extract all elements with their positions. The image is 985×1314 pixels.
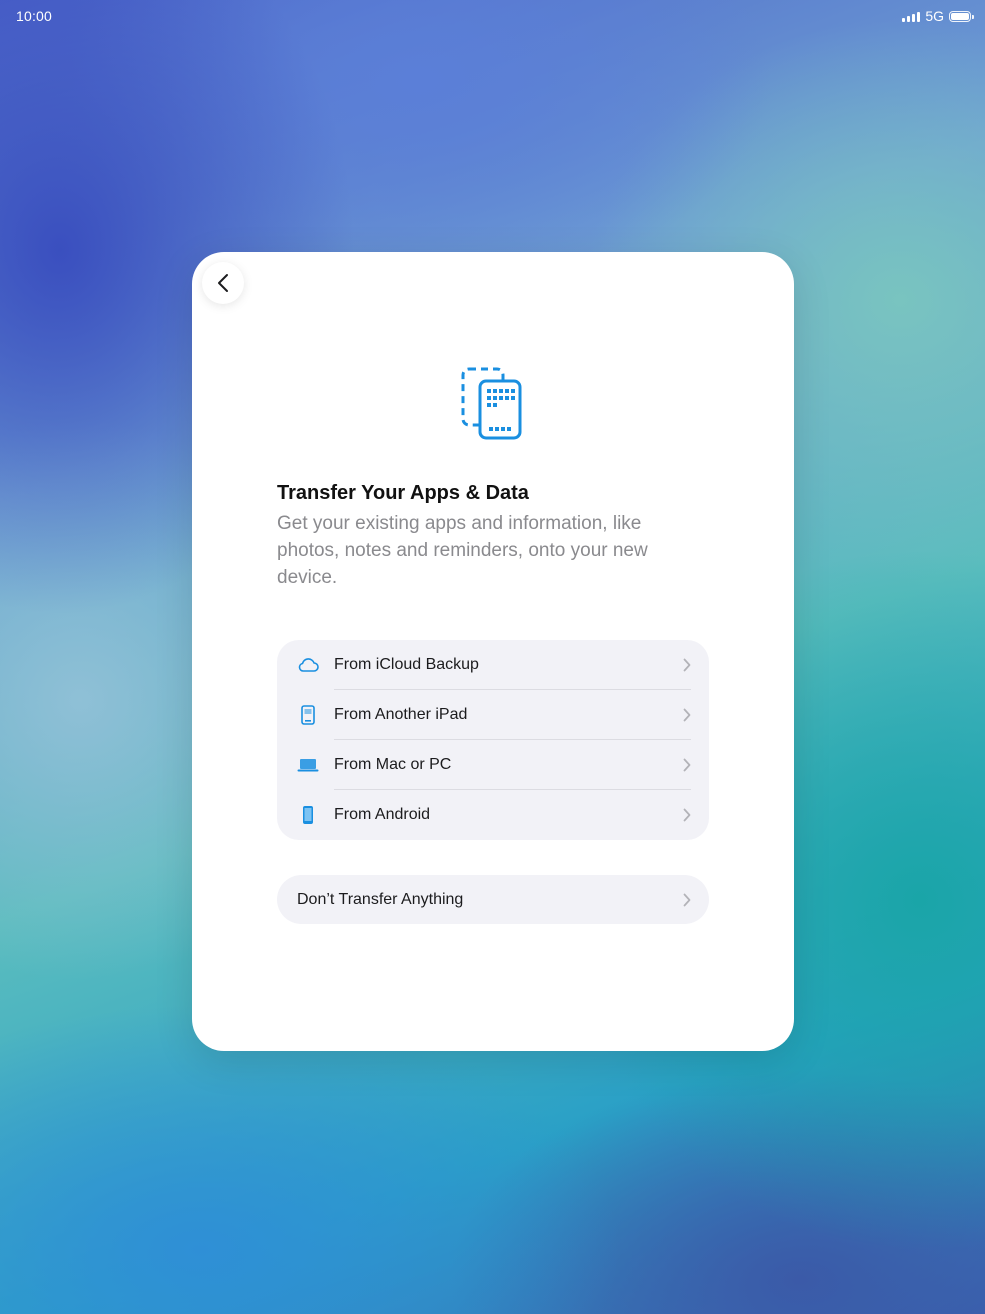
chevron-right-icon (683, 658, 691, 672)
setup-card: Transfer Your Apps & Data Get your exist… (192, 252, 794, 1051)
page-subtitle: Get your existing apps and information, … (277, 513, 648, 588)
status-time: 10:00 (16, 8, 53, 24)
dont-transfer-button[interactable]: Don’t Transfer Anything (277, 875, 709, 924)
status-bar: 10:00 5G (0, 0, 985, 30)
laptop-icon (297, 755, 319, 775)
option-label: From Another iPad (334, 706, 468, 723)
option-label: From Mac or PC (334, 756, 452, 773)
chevron-right-icon (683, 708, 691, 722)
dont-transfer-label: Don’t Transfer Anything (297, 891, 464, 908)
phone-icon (297, 805, 319, 825)
status-indicators: 5G (902, 8, 974, 24)
transfer-devices-icon (461, 367, 522, 440)
option-label: From iCloud Backup (334, 656, 479, 673)
chevron-right-icon (683, 808, 691, 822)
option-icloud-backup[interactable]: From iCloud Backup (277, 640, 709, 690)
battery-icon (949, 10, 974, 22)
network-type: 5G (925, 8, 944, 24)
chevron-right-icon (683, 893, 691, 907)
page-title: Transfer Your Apps & Data (277, 482, 529, 504)
option-mac-or-pc[interactable]: From Mac or PC (277, 740, 709, 790)
ipad-icon (297, 705, 319, 725)
chevron-left-icon (218, 274, 228, 292)
option-android[interactable]: From Android (277, 790, 709, 840)
transfer-options-list: From iCloud Backup From Another iPad Fro… (277, 640, 709, 840)
option-label: From Android (334, 806, 431, 823)
option-another-ipad[interactable]: From Another iPad (277, 690, 709, 740)
chevron-right-icon (683, 758, 691, 772)
back-button[interactable] (202, 262, 244, 304)
cellular-signal-icon (902, 11, 921, 22)
cloud-icon (297, 655, 319, 675)
